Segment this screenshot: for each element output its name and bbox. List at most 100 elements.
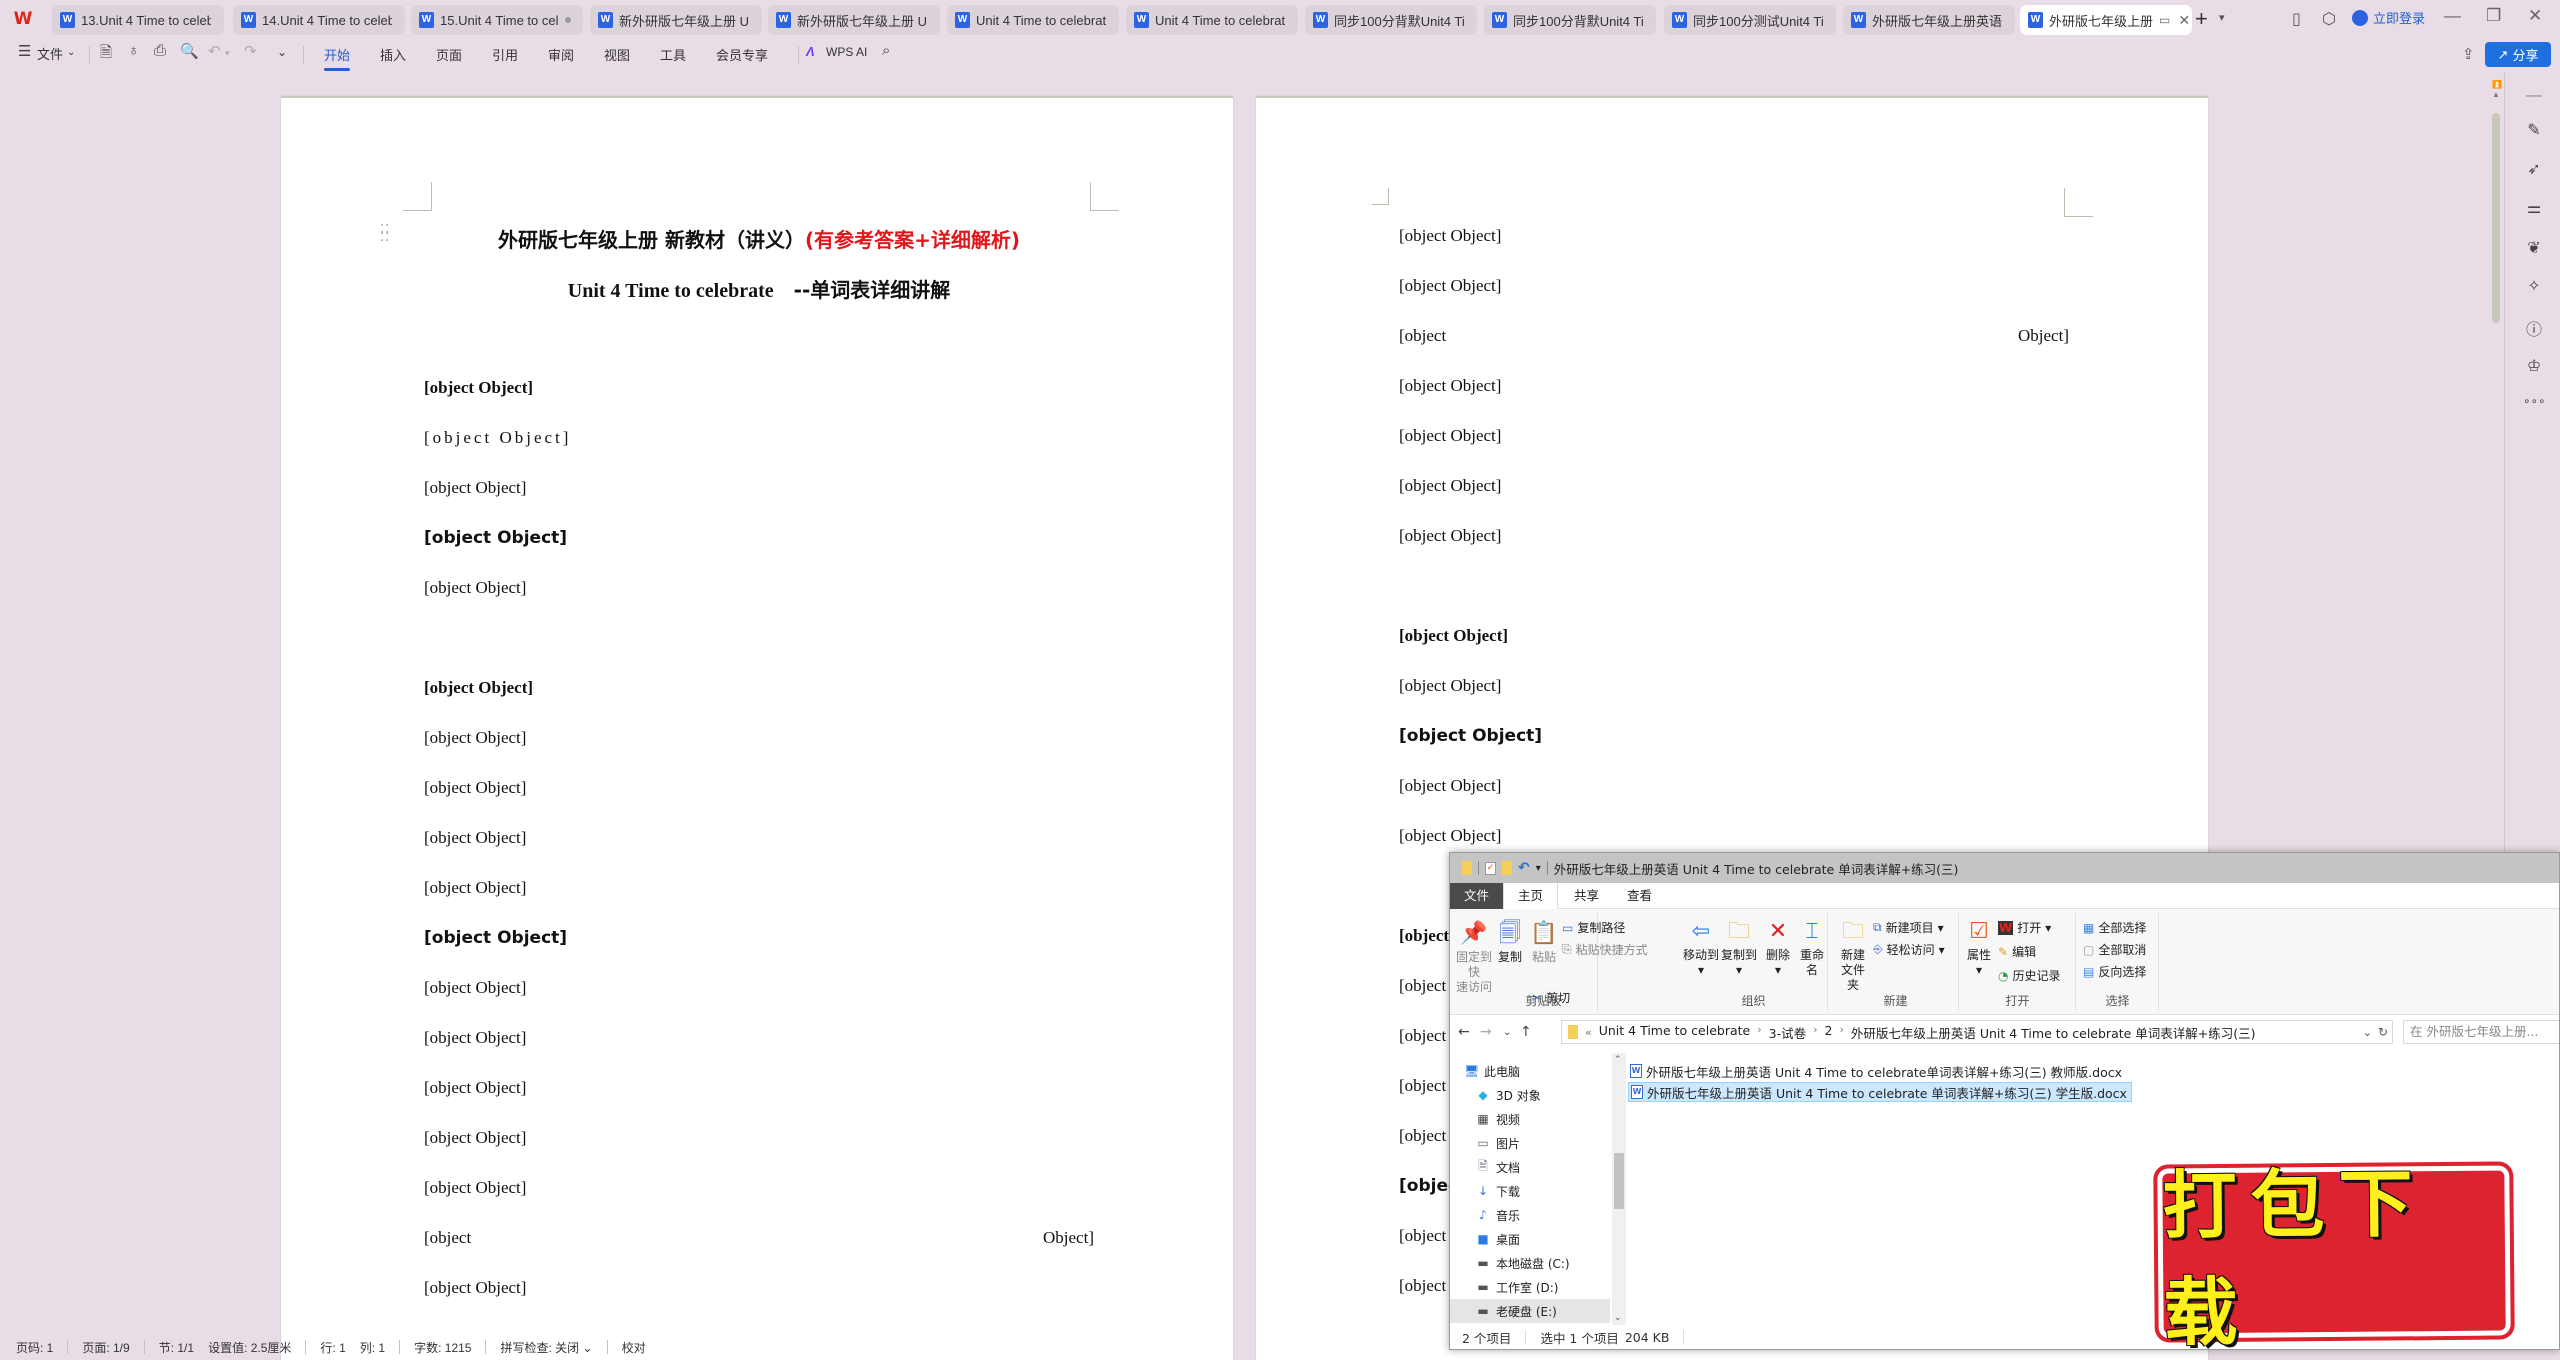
breadcrumb-item[interactable]: 外研版七年级上册英语 Unit 4 Time to celebrate 单词表详… [1851,1023,2256,1042]
document-tab[interactable]: W 外研版七年级上册 ▭ ✕ [2020,5,2192,35]
invert-selection-button[interactable]: ▤ 反向选择 [2083,963,2146,980]
select-none-button[interactable]: ▢ 全部取消 [2083,941,2146,958]
ribbon-tab[interactable]: 视图 [604,45,630,64]
document-tab[interactable]: W Unit 4 Time to celebrat [1126,5,1298,35]
explorer-tab-home[interactable]: 主页 [1503,883,1559,909]
new-tab-dropdown-icon[interactable]: ▾ [2219,11,2225,24]
sliders-settings-icon[interactable]: ⚌ [2523,198,2545,218]
history-button[interactable]: ◔ 历史记录 [1998,967,2061,984]
paste-button[interactable]: 📋 粘贴 [1530,921,1558,965]
explorer-tab-view[interactable]: 查看 [1613,883,1666,909]
wps-ai-button[interactable]: WPS AI [826,45,867,59]
restore-button[interactable]: ❐ [2486,6,2501,26]
export-pdf-icon[interactable]: ♁ [128,42,139,59]
copy-button[interactable]: 🗐 复制 [1496,921,1524,965]
undo-icon[interactable]: ↶ [208,42,221,60]
nav-item[interactable]: ▬ 工作室 (D:) [1476,1275,1558,1299]
properties-quick-icon[interactable]: ✓ [1485,861,1496,875]
easy-access-button[interactable]: ⎆ 轻松访问 ▾ [1873,941,1945,958]
address-dropdown-icon[interactable]: ⌄ [2363,1026,2372,1039]
explorer-search-input[interactable]: 在 外研版七年级上册... [2403,1020,2559,1044]
hamburger-menu-icon[interactable]: ☰ [18,42,31,60]
nav-item[interactable]: ◆ 3D 对象 [1476,1083,1540,1107]
redo-icon[interactable]: ↷ [244,42,257,60]
print-icon[interactable]: ⎙ [154,42,166,59]
document-tab[interactable]: W 外研版七年级上册英语 U [1843,5,2015,35]
nav-item[interactable]: ▬ 老硬盘 (E:) [1450,1299,1610,1323]
paragraph-drag-handle-icon[interactable]: ⁚⁚ ⁚⁚ [380,223,390,243]
status-page-count[interactable]: 页面: 1/9 [82,1339,129,1356]
breadcrumb-item[interactable]: Unit 4 Time to celebrate [1599,1023,1750,1042]
more-options-icon[interactable]: ∘∘∘ [2523,394,2546,408]
ribbon-tab[interactable]: 工具 [660,45,686,64]
status-section[interactable]: 节: 1/1 [159,1339,194,1356]
status-row[interactable]: 行: 1 [320,1339,345,1356]
breadcrumb-item[interactable]: 2 [1825,1023,1833,1042]
vertical-scrollbar[interactable] [2492,113,2500,323]
status-proofread[interactable]: 校对 [622,1339,646,1356]
ribbon-tab[interactable]: 审阅 [548,45,574,64]
nav-item[interactable]: ♪ 音乐 [1476,1203,1520,1227]
breadcrumb-chevron-icon[interactable]: › [1813,1023,1817,1042]
back-arrow-icon[interactable]: ← [1458,1024,1470,1040]
move-to-button[interactable]: ⇦ 移动到 ▾ [1682,919,1720,978]
download-package-stamp[interactable]: 打包下载 [2162,1161,2506,1356]
ribbon-tab[interactable]: 会员专享 [716,45,768,64]
document-tab[interactable]: W 15.Unit 4 Time to cel [411,5,583,35]
new-tab-button[interactable]: + [2195,6,2208,32]
select-all-button[interactable]: ▦ 全部选择 [2083,919,2146,936]
document-tab[interactable]: W Unit 4 Time to celebrat [947,5,1119,35]
overflow-chevron-icon[interactable]: « [1585,1026,1592,1039]
close-tab-icon[interactable]: ✕ [2178,12,2190,29]
status-page-number[interactable]: 页码: 1 [16,1339,53,1356]
scroll-up-icon[interactable]: ⌃ [1614,1055,1622,1065]
login-button[interactable]: 立即登录 [2352,8,2425,27]
save-icon[interactable]: 🗎 [100,42,112,67]
document-page-1[interactable]: ⁚⁚ ⁚⁚ 外研版七年级上册 新教材（讲义）(有参考答案+详细解析) Unit 4… [281,96,1233,1360]
up-arrow-icon[interactable]: ↑ [1520,1024,1532,1040]
explorer-tab-file[interactable]: 文件 [1450,883,1503,909]
tablet-mode-icon[interactable]: ▯ [2292,9,2301,29]
magic-tools-icon[interactable]: ✧ [2523,276,2545,296]
search-icon[interactable]: ⌕ [882,42,890,59]
scroll-to-top-icon[interactable]: ⏫ ▲ [2492,80,2502,100]
document-tab[interactable]: W 新外研版七年级上册 Unit [768,5,940,35]
ribbon-tab[interactable]: 开始 [324,45,351,71]
copy-path-button[interactable]: ▭ 复制路径 [1562,919,1625,936]
navigation-scrollbar[interactable]: ⌃ ⌄ [1612,1053,1626,1325]
undo-quick-icon[interactable]: ↶ [1518,860,1530,876]
breadcrumb-item[interactable]: 3-试卷 [1769,1023,1806,1042]
pin-quick-access-button[interactable]: 📌 固定到快 速访问 [1454,921,1494,995]
wps-logo-icon[interactable]: W [12,8,34,30]
skin-shirt-icon[interactable]: ♔ [2523,356,2545,376]
ribbon-tab[interactable]: 引用 [492,45,518,64]
file-menu-chevron-icon[interactable]: ⌄ [67,47,75,58]
print-preview-icon[interactable]: 🔍 [180,42,199,60]
status-column[interactable]: 列: 1 [360,1339,385,1356]
document-tab[interactable]: W 新外研版七年级上册 Unit [590,5,762,35]
ribbon-tab[interactable]: 插入 [380,45,406,64]
forward-arrow-icon[interactable]: → [1480,1024,1492,1040]
document-tab[interactable]: W 同步100分测试Unit4 Tim [1664,5,1836,35]
new-item-button[interactable]: ⧉ 新建项目 ▾ [1873,919,1944,936]
close-button[interactable]: ✕ [2528,6,2542,26]
status-spell-check[interactable]: 拼写检查: 关闭 ⌄ [500,1339,592,1356]
nav-item[interactable]: ↓ 下载 [1476,1179,1520,1203]
help-icon[interactable]: ⓘ [2523,316,2545,340]
copy-to-button[interactable]: 🗀 复制到 ▾ [1720,919,1758,978]
breadcrumb-chevron-icon[interactable]: › [1757,1023,1761,1042]
rename-button[interactable]: ⌶ 重命名 [1796,919,1828,978]
paste-shortcut-button[interactable]: ⎘ 粘贴快捷方式 [1562,941,1648,958]
properties-button[interactable]: ☑ 属性 ▾ [1964,919,1994,978]
scrollbar-thumb[interactable] [1614,1153,1624,1209]
pen-edit-icon[interactable]: ✎ [2523,120,2545,140]
refresh-icon[interactable]: ↻ [2378,1025,2388,1039]
collapse-sidebar-icon[interactable]: — [2523,87,2545,105]
explorer-tab-share[interactable]: 共享 [1560,883,1613,909]
file-item[interactable]: W 外研版七年级上册英语 Unit 4 Time to celebrate 单词表… [1628,1082,2132,1102]
cube-icon[interactable]: ⬡ [2322,9,2336,29]
status-setting[interactable]: 设置值: 2.5厘米 [208,1339,291,1356]
ribbon-tab[interactable]: 页面 [436,45,462,64]
document-tab[interactable]: W 14.Unit 4 Time to celeb [233,5,405,35]
breadcrumb-chevron-icon[interactable]: › [1839,1023,1843,1042]
